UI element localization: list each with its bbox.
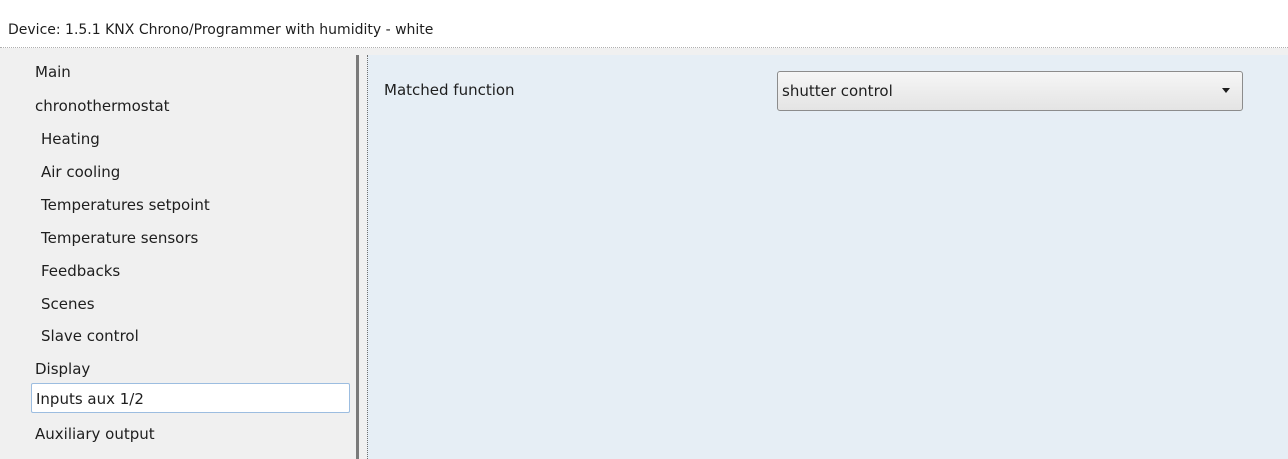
matched-function-label: Matched function: [384, 81, 515, 99]
tree-item-display[interactable]: Display: [35, 354, 90, 384]
pane-splitter[interactable]: [356, 55, 359, 459]
tree-item-air-cooling[interactable]: Air cooling: [41, 157, 120, 187]
tree-item-auxiliary-output[interactable]: Auxiliary output: [35, 419, 155, 449]
tree-item-main[interactable]: Main: [35, 57, 71, 87]
parameter-tree: Main chronothermostat Heating Air coolin…: [0, 48, 356, 459]
tree-item-chronothermostat[interactable]: chronothermostat: [35, 91, 170, 121]
tree-item-feedbacks[interactable]: Feedbacks: [41, 256, 120, 286]
parameter-panel: Matched function shutter control: [367, 55, 1288, 459]
device-title-bar: Device: 1.5.1 KNX Chrono/Programmer with…: [0, 0, 1288, 48]
tree-item-inputs-aux-selected[interactable]: Inputs aux 1/2: [31, 383, 350, 413]
tree-item-temperatures-setpoint[interactable]: Temperatures setpoint: [41, 190, 210, 220]
matched-function-dropdown[interactable]: shutter control: [777, 71, 1243, 111]
tree-item-slave-control[interactable]: Slave control: [41, 321, 139, 351]
dropdown-selected-value: shutter control: [782, 82, 893, 100]
tree-item-temperature-sensors[interactable]: Temperature sensors: [41, 223, 198, 253]
tree-item-heating[interactable]: Heating: [41, 124, 100, 154]
device-title: Device: 1.5.1 KNX Chrono/Programmer with…: [8, 22, 434, 38]
tree-item-scenes[interactable]: Scenes: [41, 289, 95, 319]
chevron-down-icon: [1222, 88, 1230, 93]
